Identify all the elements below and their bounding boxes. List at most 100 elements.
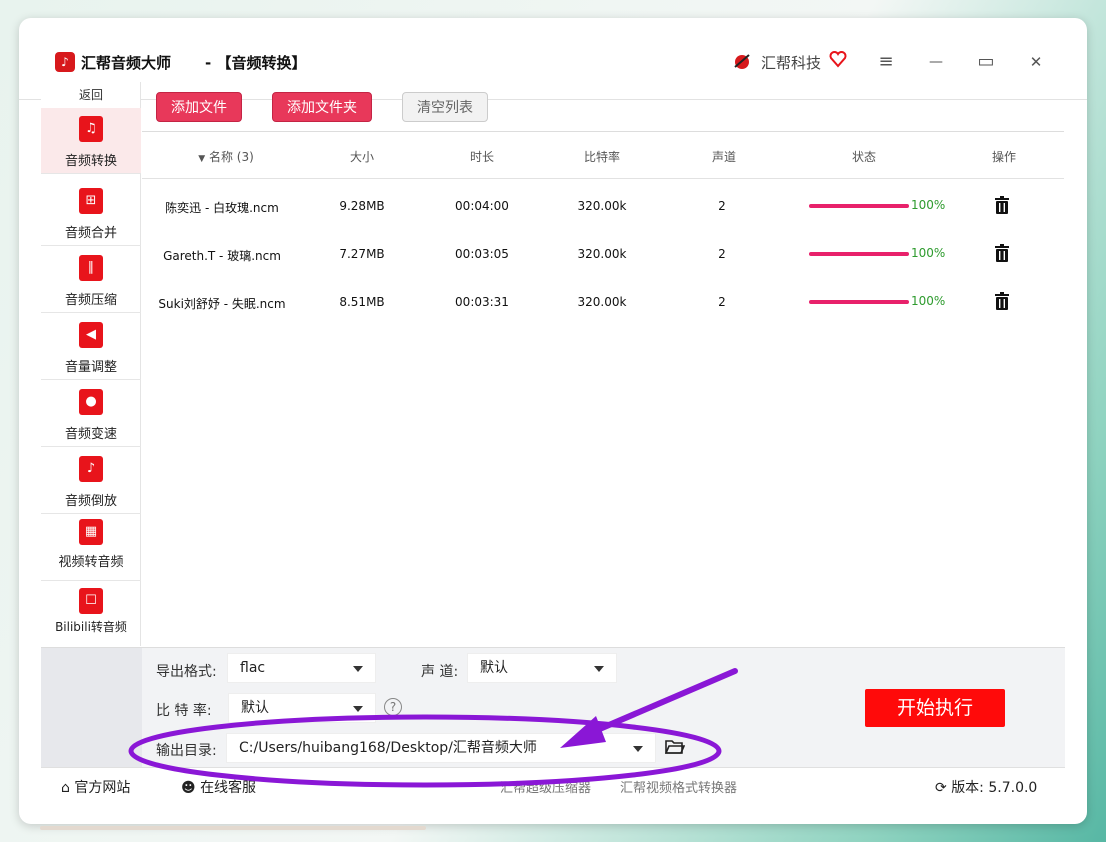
format-label: 导出格式: <box>156 664 217 680</box>
status-percent: 100% <box>911 246 946 260</box>
sidebar-item-label: 音频变速 <box>64 427 117 442</box>
table-row[interactable]: Suki刘舒妤 - 失眠.ncm 8.51MB 00:03:31 320.00k… <box>142 277 1064 325</box>
sidebar-item-label: 音量调整 <box>64 360 117 375</box>
sidebar-item-bilibili-to-audio[interactable]: ☐ Bilibili转音频 <box>41 582 141 648</box>
sidebar-item-label: Bilibili转音频 <box>55 620 127 634</box>
settings-sidebar-filler <box>41 648 142 768</box>
sidebar-item-video-to-audio[interactable]: ▦ 视频转音频 <box>41 515 141 581</box>
output-dir-select[interactable]: C:/Users/huibang168/Desktop/汇帮音频大师 <box>226 733 656 763</box>
bitrate-select[interactable]: 默认 <box>228 693 376 723</box>
format-value: flac <box>240 660 266 676</box>
music-convert-icon: ♫ <box>79 116 103 142</box>
compressor-link[interactable]: 汇帮超级压缩器 <box>500 777 591 796</box>
online-support-link[interactable]: ☻ 在线客服 <box>181 777 256 797</box>
back-link[interactable]: 返回 <box>41 86 141 103</box>
chevron-down-icon <box>353 706 363 712</box>
progress-bar <box>809 204 909 208</box>
waveform-icon: ∥ <box>79 255 103 281</box>
module-name: 【音频转换】 <box>216 54 307 72</box>
file-bitrate: 320.00k <box>577 295 627 309</box>
volume-icon: ◀ <box>79 322 103 348</box>
home-icon: ⌂ <box>61 780 70 796</box>
column-header-actions: 操作 <box>991 150 1016 164</box>
refresh-icon: ⟳ <box>935 780 947 796</box>
file-name: 陈奕迅 - 白玫瑰.ncm <box>165 201 279 215</box>
headset-icon: ☻ <box>181 780 196 796</box>
official-website-label: 官方网站 <box>74 780 131 796</box>
sort-down-icon: ▼ <box>198 154 206 164</box>
sidebar-item-audio-compress[interactable]: ∥ 音频压缩 <box>41 247 141 313</box>
file-size: 7.27MB <box>339 247 385 261</box>
version-label: 版本: 5.7.0.0 <box>951 780 1038 796</box>
file-channels: 2 <box>718 199 726 213</box>
folder-open-icon[interactable] <box>665 738 685 756</box>
video-converter-link[interactable]: 汇帮视频格式转换器 <box>620 777 737 796</box>
music-note-icon: ♪ <box>79 456 103 482</box>
bitrate-label: 比 特 率: <box>156 703 212 719</box>
sidebar-item-label: 视频转音频 <box>58 555 124 570</box>
brand-logo-icon <box>734 54 750 69</box>
brand-name: 汇帮科技 <box>761 54 822 72</box>
close-button[interactable]: ✕ <box>1021 48 1051 76</box>
file-duration: 00:04:00 <box>455 199 509 213</box>
help-icon[interactable]: ? <box>384 698 402 716</box>
horizontal-scrollbar[interactable] <box>40 826 426 830</box>
column-header-status: 状态 <box>851 150 876 164</box>
table-row[interactable]: 陈奕迅 - 白玫瑰.ncm 9.28MB 00:04:00 320.00k 2 … <box>142 181 1064 229</box>
sidebar-item-label: 音频合并 <box>64 226 117 241</box>
output-dir-label: 输出目录: <box>156 743 217 759</box>
file-name: Gareth.T - 玻璃.ncm <box>163 249 281 263</box>
status-percent: 100% <box>911 198 946 212</box>
microphone-icon: ● <box>79 389 103 415</box>
column-header-size: 大小 <box>349 150 374 164</box>
clear-list-button[interactable]: 清空列表 <box>402 92 488 122</box>
chevron-down-icon <box>633 746 643 752</box>
file-duration: 00:03:05 <box>455 247 509 261</box>
channel-label: 声 道: <box>421 664 459 680</box>
sidebar-item-label: 音频倒放 <box>64 494 117 509</box>
online-support-label: 在线客服 <box>200 780 257 796</box>
channel-select[interactable]: 默认 <box>467 653 617 683</box>
file-size: 9.28MB <box>339 199 385 213</box>
toolbar: 添加文件 添加文件夹 清空列表 <box>142 82 1064 132</box>
sidebar: 返回 ♫ 音频转换 ⊞ 音频合并 ∥ 音频压缩 ◀ 音量调整 ● 音频变速 ♪ … <box>41 82 141 646</box>
sidebar-item-audio-reverse[interactable]: ♪ 音频倒放 <box>41 448 141 514</box>
app-title: 汇帮音频大师 <box>81 54 172 72</box>
minimize-button[interactable]: — <box>921 48 951 76</box>
file-name: Suki刘舒妤 - 失眠.ncm <box>158 297 286 311</box>
version-info[interactable]: ⟳ 版本: 5.7.0.0 <box>935 777 1037 797</box>
heart-icon[interactable] <box>829 50 847 68</box>
trash-icon[interactable] <box>992 195 1012 215</box>
maximize-button[interactable]: ▭ <box>971 48 1001 76</box>
add-folder-button[interactable]: 添加文件夹 <box>272 92 372 122</box>
channel-value: 默认 <box>480 660 508 676</box>
column-header-bitrate: 比特率 <box>583 150 620 164</box>
sidebar-item-audio-convert[interactable]: ♫ 音频转换 <box>41 108 141 174</box>
file-duration: 00:03:31 <box>455 295 509 309</box>
page-subtitle: - 【音频转换】 <box>205 52 306 73</box>
tv-icon: ☐ <box>79 588 103 614</box>
add-file-button[interactable]: 添加文件 <box>156 92 242 122</box>
file-bitrate: 320.00k <box>577 199 627 213</box>
column-header-channels: 声道 <box>711 150 736 164</box>
sidebar-item-volume-adjust[interactable]: ◀ 音量调整 <box>41 314 141 380</box>
sidebar-item-audio-merge[interactable]: ⊞ 音频合并 <box>41 180 141 246</box>
sidebar-item-label: 音频压缩 <box>64 293 117 308</box>
trash-icon[interactable] <box>992 291 1012 311</box>
official-website-link[interactable]: ⌂ 官方网站 <box>61 777 130 797</box>
trash-icon[interactable] <box>992 243 1012 263</box>
start-button[interactable]: 开始执行 <box>865 689 1005 727</box>
table-row[interactable]: Gareth.T - 玻璃.ncm 7.27MB 00:03:05 320.00… <box>142 229 1064 277</box>
chevron-down-icon <box>594 666 604 672</box>
progress-bar <box>809 252 909 256</box>
file-channels: 2 <box>718 247 726 261</box>
format-select[interactable]: flac <box>227 653 376 683</box>
column-header-duration: 时长 <box>469 150 494 164</box>
sidebar-item-audio-speed[interactable]: ● 音频变速 <box>41 381 141 447</box>
app-logo-icon: ♪ <box>55 52 75 72</box>
column-label: 名称 (3) <box>208 150 254 164</box>
menu-icon[interactable]: ≡ <box>871 48 901 76</box>
column-header-name[interactable]: ▼ 名称 (3) <box>186 148 266 165</box>
bitrate-value: 默认 <box>241 700 269 716</box>
sidebar-item-label: 音频转换 <box>64 154 117 169</box>
